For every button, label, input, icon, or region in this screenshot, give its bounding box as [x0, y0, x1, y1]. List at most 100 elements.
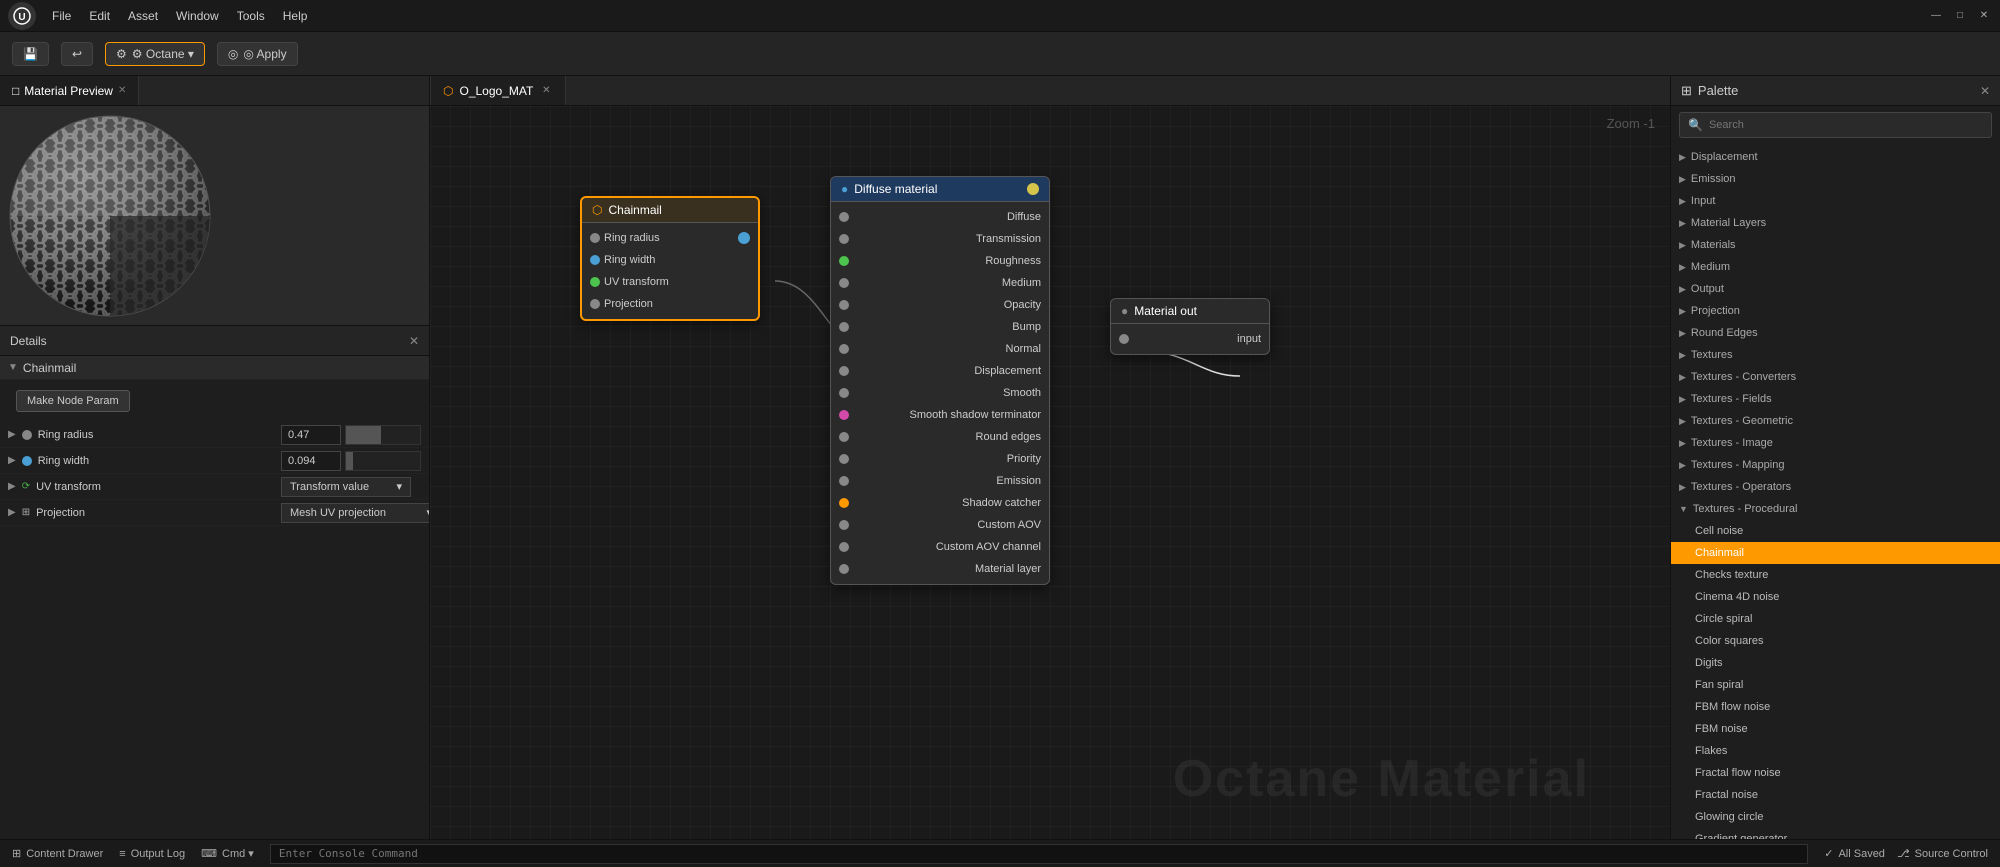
- palette-item-fbm-flow-noise[interactable]: FBM flow noise: [1671, 696, 2000, 718]
- apply-button[interactable]: ◎ ◎ Apply: [217, 42, 298, 66]
- tab-material-preview[interactable]: □ Material Preview ✕: [0, 76, 139, 105]
- opacity-pin[interactable]: [839, 300, 849, 310]
- octane-button[interactable]: ⚙ ⚙ Octane ▾: [105, 42, 205, 66]
- menu-window[interactable]: Window: [168, 6, 227, 26]
- node-material-out[interactable]: ● Material out input: [1110, 298, 1270, 355]
- minimize-btn[interactable]: —: [1928, 8, 1944, 24]
- diffuse-node-out-pin[interactable]: [1027, 183, 1039, 195]
- node-editor-canvas[interactable]: Zoom -1 Octane Material ⬡ Chainmail: [430, 106, 1670, 839]
- palette-search[interactable]: 🔍: [1679, 112, 1992, 138]
- output-log[interactable]: ≡ Output Log: [119, 848, 185, 860]
- ring-radius-bar[interactable]: [345, 425, 421, 445]
- close-btn[interactable]: ✕: [1976, 8, 1992, 24]
- ring-width-expand[interactable]: ▶: [8, 455, 16, 466]
- transmission-pin[interactable]: [839, 234, 849, 244]
- palette-item-checks-texture[interactable]: Checks texture: [1671, 564, 2000, 586]
- diffuse-pin-left[interactable]: [839, 212, 849, 222]
- menu-tools[interactable]: Tools: [229, 6, 273, 26]
- palette-item-color-squares[interactable]: Color squares: [1671, 630, 2000, 652]
- palette-item-fan-spiral[interactable]: Fan spiral: [1671, 674, 2000, 696]
- center-panel[interactable]: ⬡ O_Logo_MAT ✕ Zoom -1 Octane Material ⬡…: [430, 76, 1670, 839]
- history-button[interactable]: ↩: [61, 42, 93, 66]
- smooth-shadow-pin[interactable]: [839, 410, 849, 420]
- palette-item-chainmail[interactable]: Chainmail: [1671, 542, 2000, 564]
- node-diffuse[interactable]: ● Diffuse material Diffuse Transmission: [830, 176, 1050, 585]
- palette-category-textures---procedural[interactable]: ▼Textures - Procedural: [1671, 498, 2000, 520]
- console-input[interactable]: [270, 844, 1808, 864]
- palette-item-cell-noise[interactable]: Cell noise: [1671, 520, 2000, 542]
- node-chainmail[interactable]: ⬡ Chainmail Ring radius Ring: [580, 196, 760, 321]
- ring-radius-input[interactable]: [281, 425, 341, 445]
- palette-category-displacement[interactable]: ▶Displacement: [1671, 146, 2000, 168]
- palette-item-fractal-noise[interactable]: Fractal noise: [1671, 784, 2000, 806]
- chainmail-section-header[interactable]: ▼ Chainmail: [0, 356, 429, 380]
- chainmail-ring-radius-pin[interactable]: [590, 233, 600, 243]
- palette-item-digits[interactable]: Digits: [1671, 652, 2000, 674]
- maximize-btn[interactable]: □: [1952, 8, 1968, 24]
- tab-o-logo-mat[interactable]: ⬡ O_Logo_MAT ✕: [430, 76, 566, 105]
- roughness-pin[interactable]: [839, 256, 849, 266]
- save-button[interactable]: 💾: [12, 42, 49, 66]
- chainmail-ring-radius-pin-right[interactable]: [738, 232, 750, 244]
- palette-category-textures---mapping[interactable]: ▶Textures - Mapping: [1671, 454, 2000, 476]
- priority-pin[interactable]: [839, 454, 849, 464]
- smooth-pin[interactable]: [839, 388, 849, 398]
- projection-dropdown[interactable]: Mesh UV projection ▾: [281, 503, 429, 523]
- palette-item-fbm-noise[interactable]: FBM noise: [1671, 718, 2000, 740]
- round-edges-pin[interactable]: [839, 432, 849, 442]
- normal-pin[interactable]: [839, 344, 849, 354]
- medium-pin[interactable]: [839, 278, 849, 288]
- panel-tab-close[interactable]: ✕: [118, 85, 126, 96]
- palette-item-fractal-flow-noise[interactable]: Fractal flow noise: [1671, 762, 2000, 784]
- source-control[interactable]: ⎇ Source Control: [1897, 847, 1988, 860]
- palette-category-materials[interactable]: ▶Materials: [1671, 234, 2000, 256]
- chainmail-ring-width-pin[interactable]: [590, 255, 600, 265]
- menu-help[interactable]: Help: [275, 6, 316, 26]
- palette-category-textures---geometric[interactable]: ▶Textures - Geometric: [1671, 410, 2000, 432]
- palette-category-round-edges[interactable]: ▶Round Edges: [1671, 322, 2000, 344]
- emission-pin[interactable]: [839, 476, 849, 486]
- palette-category-textures---converters[interactable]: ▶Textures - Converters: [1671, 366, 2000, 388]
- tab-close[interactable]: ✕: [539, 84, 553, 98]
- projection-expand[interactable]: ▶: [8, 507, 16, 518]
- palette-category-textures---operators[interactable]: ▶Textures - Operators: [1671, 476, 2000, 498]
- palette-item-gradient-generator[interactable]: Gradient generator: [1671, 828, 2000, 839]
- uv-transform-dropdown[interactable]: Transform value ▾: [281, 477, 411, 497]
- bump-pin[interactable]: [839, 322, 849, 332]
- material-out-input-pin[interactable]: [1119, 334, 1129, 344]
- palette-category-textures---image[interactable]: ▶Textures - Image: [1671, 432, 2000, 454]
- chainmail-uv-transform-pin[interactable]: [590, 277, 600, 287]
- menu-edit[interactable]: Edit: [81, 6, 118, 26]
- palette-category-emission[interactable]: ▶Emission: [1671, 168, 2000, 190]
- ring-width-input[interactable]: [281, 451, 341, 471]
- palette-category-textures---fields[interactable]: ▶Textures - Fields: [1671, 388, 2000, 410]
- palette-category-material-layers[interactable]: ▶Material Layers: [1671, 212, 2000, 234]
- ue-logo[interactable]: U: [8, 2, 36, 30]
- menu-asset[interactable]: Asset: [120, 6, 166, 26]
- palette-category-input[interactable]: ▶Input: [1671, 190, 2000, 212]
- make-node-param-button[interactable]: Make Node Param: [16, 390, 130, 412]
- palette-item-glowing-circle[interactable]: Glowing circle: [1671, 806, 2000, 828]
- search-input[interactable]: [1709, 119, 1983, 131]
- palette-item-cinema-4d-noise[interactable]: Cinema 4D noise: [1671, 586, 2000, 608]
- palette-category-textures[interactable]: ▶Textures: [1671, 344, 2000, 366]
- material-layer-pin[interactable]: [839, 564, 849, 574]
- displacement-pin[interactable]: [839, 366, 849, 376]
- palette-category-medium[interactable]: ▶Medium: [1671, 256, 2000, 278]
- palette-category-output[interactable]: ▶Output: [1671, 278, 2000, 300]
- chainmail-projection-pin[interactable]: [590, 299, 600, 309]
- ring-radius-expand[interactable]: ▶: [8, 429, 16, 440]
- details-close[interactable]: ✕: [409, 334, 419, 348]
- content-drawer[interactable]: ⊞ Content Drawer: [12, 847, 103, 860]
- shadow-catcher-pin[interactable]: [839, 498, 849, 508]
- ring-width-bar[interactable]: [345, 451, 421, 471]
- palette-item-flakes[interactable]: Flakes: [1671, 740, 2000, 762]
- custom-aov-pin[interactable]: [839, 520, 849, 530]
- palette-category-projection[interactable]: ▶Projection: [1671, 300, 2000, 322]
- palette-item-circle-spiral[interactable]: Circle spiral: [1671, 608, 2000, 630]
- palette-close[interactable]: ✕: [1980, 84, 1990, 98]
- menu-file[interactable]: File: [44, 6, 79, 26]
- cmd-button[interactable]: ⌨ Cmd ▾: [201, 847, 254, 860]
- custom-aov-channel-pin[interactable]: [839, 542, 849, 552]
- uv-transform-expand[interactable]: ▶: [8, 481, 16, 492]
